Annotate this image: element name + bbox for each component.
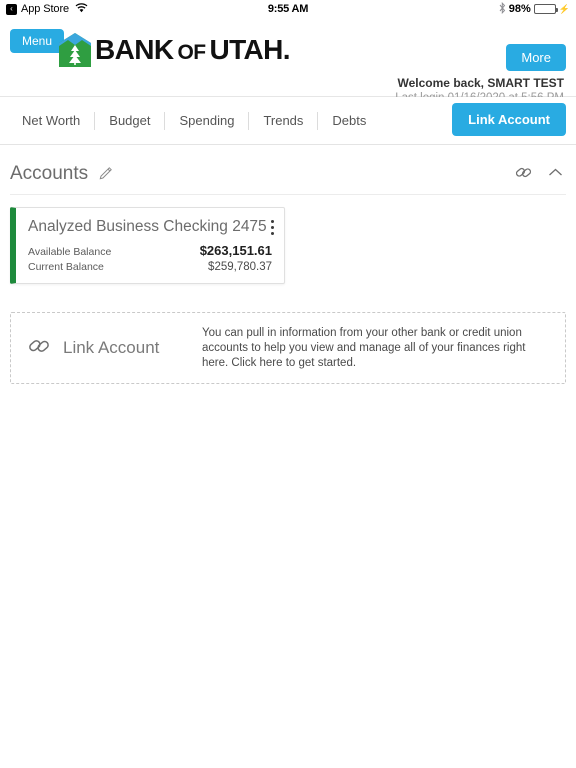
available-balance-value: $263,151.61: [199, 243, 272, 258]
menu-button[interactable]: Menu: [10, 29, 65, 53]
status-bar-right: 98% ⚡: [499, 1, 570, 17]
more-button[interactable]: More: [506, 44, 566, 71]
logo-utah-text: UTAH.: [209, 34, 290, 65]
link-icon[interactable]: [514, 163, 533, 182]
back-to-app-label[interactable]: App Store: [21, 3, 69, 15]
logo-wordmark: BANK OF UTAH.: [95, 34, 291, 66]
tab-spending[interactable]: Spending: [165, 111, 250, 130]
app-header: Menu BANK OF UTAH. More Welcome back, SM…: [0, 18, 576, 104]
bank-of-utah-logo[interactable]: BANK OF UTAH.: [58, 32, 291, 68]
link-account-button[interactable]: Link Account: [452, 103, 566, 136]
kebab-menu-icon[interactable]: [271, 220, 274, 235]
tab-net-worth[interactable]: Net Worth: [8, 111, 96, 130]
accounts-section-header: Accounts: [10, 153, 566, 195]
link-account-promo-heading: Link Account: [27, 334, 202, 363]
nav-tab-list: Net Worth Budget Spending Trends Debts: [0, 111, 380, 130]
charging-bolt-icon: ⚡: [558, 3, 570, 14]
account-name: Analyzed Business Checking 2475: [28, 218, 267, 235]
current-balance-value: $259,780.37: [208, 261, 272, 273]
current-balance-row: Current Balance $259,780.37: [28, 261, 272, 273]
link-account-promo-title: Link Account: [63, 338, 160, 357]
link-account-promo-description: You can pull in information from your ot…: [202, 326, 526, 369]
status-bar-left: ‹ App Store: [6, 2, 88, 16]
link-account-promo[interactable]: Link Account You can pull in information…: [10, 312, 566, 384]
battery-icon: [533, 4, 558, 14]
accounts-list: Analyzed Business Checking 2475 Availabl…: [0, 195, 576, 284]
logo-of-text: OF: [177, 41, 206, 64]
tab-debts[interactable]: Debts: [318, 112, 380, 130]
wifi-icon: [75, 2, 88, 16]
back-to-app-icon[interactable]: ‹: [6, 3, 17, 15]
account-card[interactable]: Analyzed Business Checking 2475 Availabl…: [10, 207, 285, 284]
battery-percent-label: 98%: [508, 3, 531, 15]
link-icon: [27, 334, 51, 363]
bank-shield-icon: [58, 32, 92, 68]
available-balance-row: Available Balance $263,151.61: [28, 243, 272, 258]
available-balance-label: Available Balance: [28, 246, 112, 258]
current-balance-label: Current Balance: [28, 261, 104, 273]
accounts-header-actions: [514, 163, 564, 182]
welcome-message: Welcome back, SMART TEST: [397, 76, 564, 90]
tab-trends[interactable]: Trends: [249, 111, 319, 130]
ios-status-bar: ‹ App Store 9:55 AM 98% ⚡: [0, 0, 576, 18]
tab-budget[interactable]: Budget: [95, 111, 166, 130]
primary-nav: Net Worth Budget Spending Trends Debts L…: [0, 97, 576, 145]
bluetooth-icon: [499, 1, 506, 17]
pencil-icon[interactable]: [98, 166, 113, 181]
app-screen: ‹ App Store 9:55 AM 98% ⚡ Menu BANK OF U…: [0, 0, 576, 768]
chevron-up-icon[interactable]: [547, 166, 564, 180]
logo-bank-text: BANK: [95, 34, 174, 65]
page-title: Accounts: [10, 162, 89, 184]
